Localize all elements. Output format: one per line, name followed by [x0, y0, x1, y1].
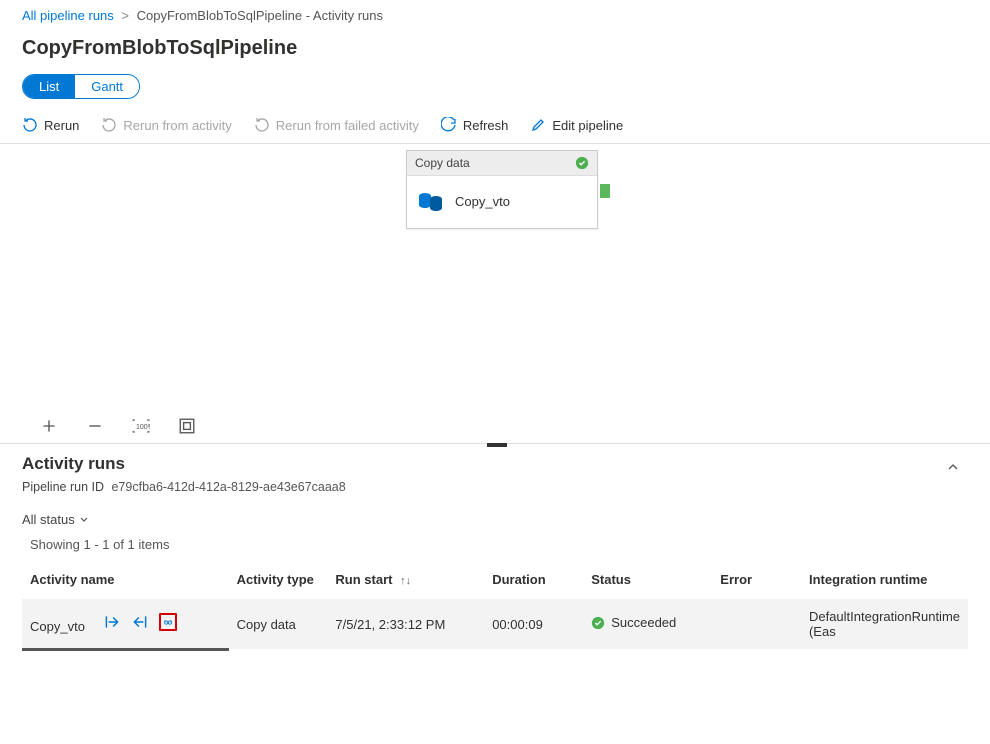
cell-activity-name: Copy_vto [22, 599, 229, 649]
cell-run-start: 7/5/21, 2:33:12 PM [327, 599, 484, 649]
col-integration[interactable]: Integration runtime [801, 564, 968, 599]
rerun-failed-button: Rerun from failed activity [254, 117, 419, 133]
cell-status: Succeeded [583, 599, 712, 649]
svg-text:100%: 100% [136, 424, 150, 431]
status-filter-dropdown[interactable]: All status [22, 512, 89, 527]
activity-runs-section: Activity runs Pipeline run ID e79cfba6-4… [0, 444, 990, 651]
table-row[interactable]: Copy_vto Copy data 7/5/21, 2:3 [22, 599, 968, 649]
activity-node-name: Copy_vto [455, 194, 510, 209]
copy-data-icon [417, 190, 445, 212]
filter-bar: All status [22, 508, 968, 537]
rerun-activity-icon [101, 117, 117, 133]
page-title: CopyFromBlobToSqlPipeline [0, 27, 990, 74]
activity-node-body: Copy_vto [407, 176, 597, 228]
edit-icon [530, 117, 546, 133]
row-actions [103, 613, 177, 631]
pipeline-canvas[interactable]: Copy data Copy_vto 100% [0, 144, 990, 444]
edit-pipeline-label: Edit pipeline [552, 118, 623, 133]
activity-node-copy-data[interactable]: Copy data Copy_vto [406, 150, 598, 229]
col-error[interactable]: Error [712, 564, 801, 599]
col-status[interactable]: Status [583, 564, 712, 599]
col-activity-type[interactable]: Activity type [229, 564, 328, 599]
rerun-icon [22, 117, 38, 133]
view-toggle: List Gantt [22, 74, 140, 99]
activity-runs-table: Activity name Activity type Run start ↑↓… [22, 564, 968, 651]
sort-arrows-icon: ↑↓ [400, 575, 411, 587]
rerun-failed-label: Rerun from failed activity [276, 118, 419, 133]
chevron-down-icon [79, 515, 89, 525]
activity-node-type-label: Copy data [415, 156, 470, 170]
col-duration[interactable]: Duration [484, 564, 583, 599]
chevron-up-icon [946, 460, 960, 474]
cell-duration: 00:00:09 [484, 599, 583, 649]
col-run-start[interactable]: Run start ↑↓ [327, 564, 484, 599]
rerun-from-activity-button: Rerun from activity [101, 117, 231, 133]
status-filter-label: All status [22, 512, 75, 527]
rerun-label: Rerun [44, 118, 79, 133]
pipeline-run-id: Pipeline run ID e79cfba6-412d-412a-8129-… [22, 480, 968, 494]
input-arrow-icon [103, 613, 121, 631]
breadcrumb-separator: > [121, 8, 129, 23]
col-run-start-label: Run start [335, 572, 392, 587]
breadcrumb-current: CopyFromBlobToSqlPipeline - Activity run… [137, 8, 383, 23]
zoom-reset-icon[interactable]: 100% [132, 417, 150, 435]
zoom-out-icon[interactable] [86, 417, 104, 435]
cell-activity-type: Copy data [229, 599, 328, 649]
edit-pipeline-button[interactable]: Edit pipeline [530, 117, 623, 133]
output-arrow-icon [131, 613, 149, 631]
cell-integration: DefaultIntegrationRuntime (Eas [801, 599, 968, 649]
run-id-value: e79cfba6-412d-412a-8129-ae43e67caaa8 [111, 480, 345, 494]
view-tab-list[interactable]: List [23, 75, 75, 98]
output-details-button[interactable] [131, 613, 149, 631]
input-details-button[interactable] [103, 613, 121, 631]
activity-node-header: Copy data [407, 151, 597, 176]
success-check-icon [591, 616, 605, 630]
zoom-in-icon[interactable] [40, 417, 58, 435]
toolbar: Rerun Rerun from activity Rerun from fai… [0, 111, 990, 144]
run-details-button[interactable] [159, 613, 177, 631]
rerun-failed-icon [254, 117, 270, 133]
cell-error [712, 599, 801, 649]
activity-runs-heading: Activity runs [22, 454, 968, 474]
result-count: Showing 1 - 1 of 1 items [22, 537, 968, 564]
canvas-zoom-tools: 100% [40, 417, 196, 435]
col-activity-name[interactable]: Activity name [22, 564, 229, 599]
view-tab-gantt[interactable]: Gantt [75, 75, 139, 98]
rerun-button[interactable]: Rerun [22, 117, 79, 133]
success-check-icon [575, 156, 589, 170]
refresh-button[interactable]: Refresh [441, 117, 509, 133]
refresh-icon [441, 117, 457, 133]
status-text: Succeeded [611, 615, 676, 630]
glasses-icon [163, 617, 173, 627]
collapse-section-button[interactable] [946, 460, 960, 477]
activity-output-port[interactable] [600, 184, 610, 198]
activity-name-text: Copy_vto [30, 619, 85, 634]
run-id-label: Pipeline run ID [22, 480, 104, 494]
breadcrumb-root-link[interactable]: All pipeline runs [22, 8, 114, 23]
rerun-activity-label: Rerun from activity [123, 118, 231, 133]
breadcrumb: All pipeline runs > CopyFromBlobToSqlPip… [0, 0, 990, 27]
refresh-label: Refresh [463, 118, 509, 133]
zoom-fit-icon[interactable] [178, 417, 196, 435]
